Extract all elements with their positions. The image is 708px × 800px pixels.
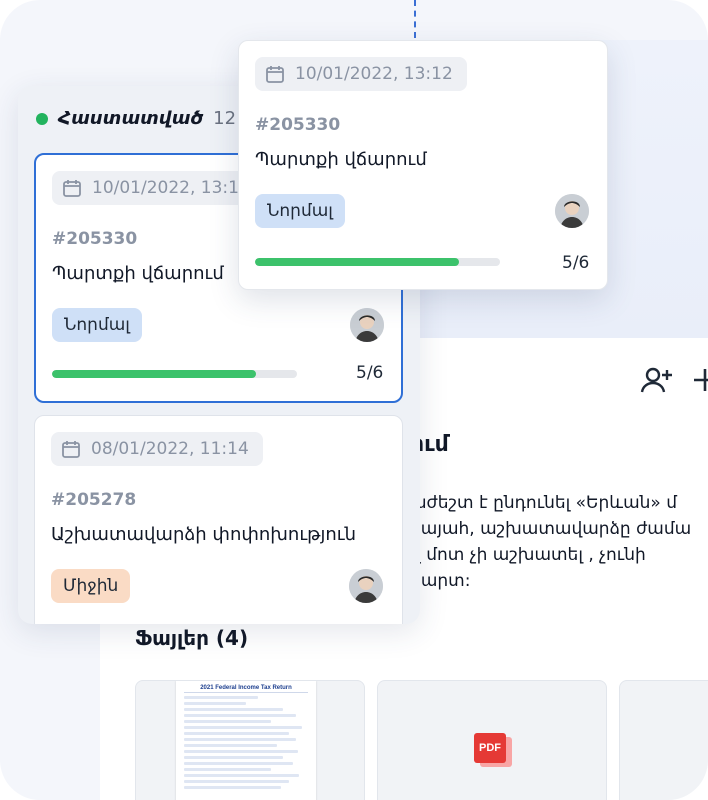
- status-dot: [36, 112, 48, 125]
- card-date: 10/01/2022, 13:12: [295, 64, 453, 84]
- column-header: Հաստատված 12: [36, 108, 236, 129]
- avatar: [555, 194, 589, 228]
- detail-description: աժեշտ է ընդունել «Երևան» մ կայահ, աշխատա…: [410, 490, 708, 594]
- ticket-title: Աշխատավարձի փոփոխություն: [51, 524, 356, 545]
- avatar: [350, 308, 384, 342]
- document-preview: 2021 Federal Income Tax Return: [176, 681, 316, 800]
- priority-badge: Նորմալ: [255, 194, 345, 228]
- date-chip: 10/01/2022, 13:12: [52, 171, 264, 205]
- drag-indicator: [414, 0, 416, 38]
- pdf-icon: PDF: [474, 733, 512, 769]
- column-title: Հաստատված: [58, 108, 204, 129]
- file-thumbnail[interactable]: PDF: [377, 680, 607, 800]
- date-chip: 10/01/2022, 13:12: [255, 57, 467, 91]
- card-date: 08/01/2022, 11:14: [91, 439, 249, 459]
- calendar-icon: [266, 66, 284, 83]
- progress-text: 5/6: [562, 253, 590, 273]
- progress-bar: [52, 370, 297, 378]
- file-thumbnail[interactable]: 2021 Federal Income Tax Return: [135, 680, 365, 800]
- card-date: 10/01/2022, 13:12: [92, 178, 250, 198]
- progress-text: 5/6: [356, 363, 384, 383]
- progress-fill: [52, 370, 257, 378]
- ticket-card[interactable]: 08/01/2022, 11:14 #205278 Աշխատավարձի փո…: [34, 415, 403, 624]
- plus-icon[interactable]: [692, 366, 708, 394]
- files-list: 2021 Federal Income Tax Return PDF: [135, 680, 708, 800]
- ticket-title: Պարտքի վճարում: [255, 149, 427, 170]
- add-user-icon[interactable]: [640, 366, 674, 394]
- avatar: [349, 569, 383, 603]
- progress-fill: [255, 258, 460, 266]
- dragged-ticket-card[interactable]: 10/01/2022, 13:12 #205330 Պարտքի վճարում…: [238, 40, 608, 290]
- ticket-id: #205330: [52, 229, 138, 249]
- ticket-title: Պարտքի վճարում: [52, 263, 224, 284]
- priority-badge: Նորմալ: [52, 308, 142, 342]
- priority-badge: Միջին: [51, 569, 131, 603]
- file-thumbnail[interactable]: [619, 680, 708, 800]
- ticket-id: #205330: [255, 115, 341, 135]
- detail-toolbar: [640, 366, 708, 394]
- progress-bar: [255, 258, 500, 266]
- app-frame: ում աժեշտ է ընդունել «Երևան» մ կայահ, աշ…: [0, 0, 708, 800]
- description-line: կայահ, աշխատավարձը ժամա: [410, 519, 692, 539]
- date-chip: 08/01/2022, 11:14: [51, 432, 263, 466]
- document-title: 2021 Federal Income Tax Return: [184, 685, 308, 693]
- column-count: 12: [213, 108, 237, 129]
- calendar-icon: [62, 441, 80, 458]
- description-line: քարտ:: [410, 571, 471, 591]
- calendar-icon: [63, 180, 81, 197]
- files-title: Ֆայլեր (4): [135, 626, 249, 650]
- description-line: զ մոտ չի աշխատել , չունի: [410, 545, 646, 565]
- description-line: աժեշտ է ընդունել «Երևան» մ: [410, 493, 677, 513]
- ticket-id: #205278: [51, 490, 137, 510]
